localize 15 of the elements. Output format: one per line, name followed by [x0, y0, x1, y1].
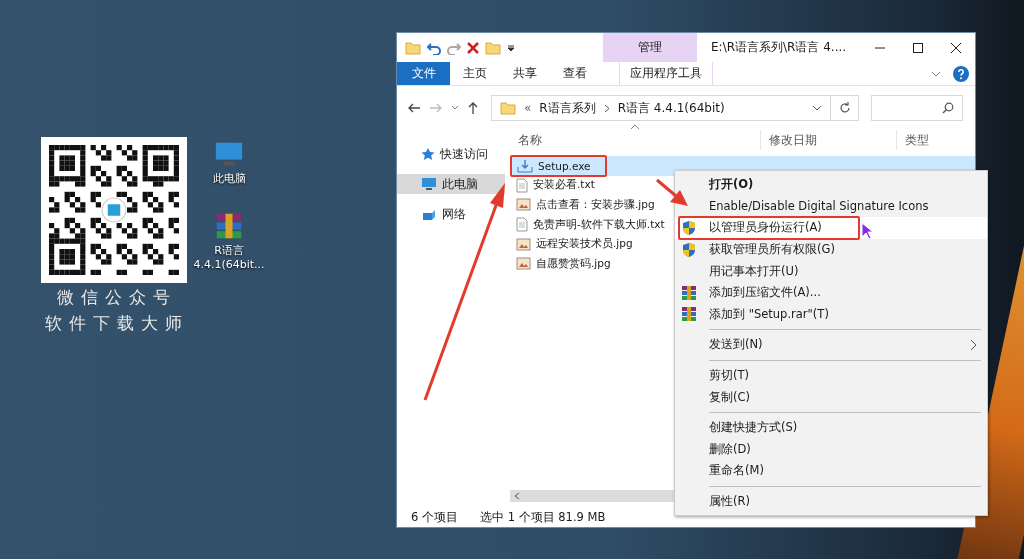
file-name: Setup.exe	[538, 159, 591, 172]
status-text: 选中 1 个项目 81.9 MB	[480, 509, 606, 525]
status-text: 6 个项目	[411, 509, 458, 525]
caption-text: 微信公众号	[56, 286, 177, 309]
nav-label: 此电脑	[442, 176, 478, 192]
ribbon-group-header: 管理	[603, 33, 697, 62]
file-name: 安装必看.txt	[533, 178, 595, 193]
caption-text: 软件下载大师	[44, 312, 189, 335]
nav-label: 网络	[442, 206, 466, 222]
file-name: 自愿赞赏码.jpg	[536, 256, 611, 271]
nav-label: 快速访问	[440, 146, 488, 162]
file-name: 免责声明-软件下载大师.txt	[533, 217, 665, 232]
file-name: 点击查看：安装步骤.jpg	[536, 198, 655, 212]
window-title: E:\R语言系列\R语言 4....	[710, 39, 848, 56]
file-name: 远程安装技术员.jpg	[536, 237, 633, 252]
